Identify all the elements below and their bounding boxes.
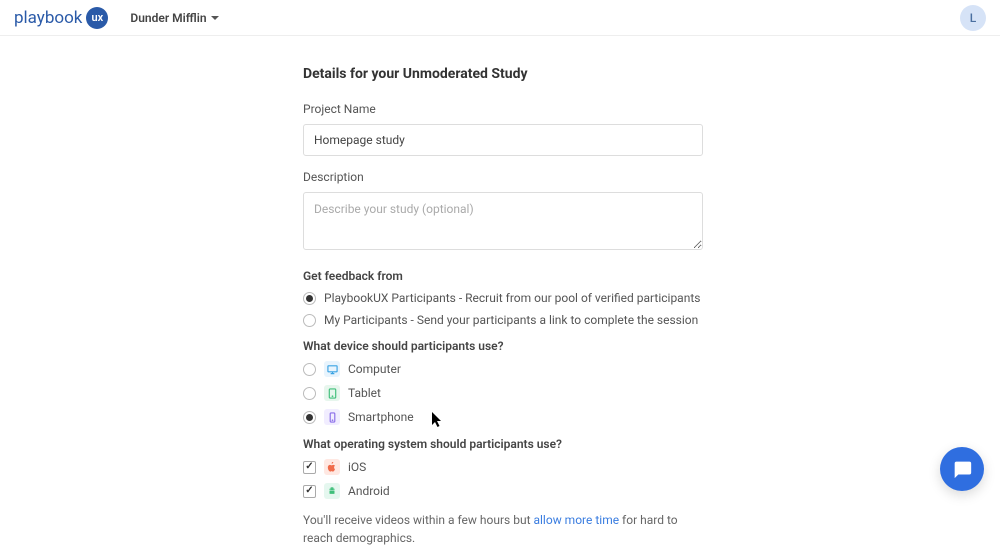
user-avatar[interactable]: L [960,5,986,31]
option-label: Android [348,484,390,498]
workspace-dropdown[interactable]: Dunder Mifflin [130,11,218,25]
device-option-tablet[interactable]: Tablet [303,385,703,401]
description-label: Description [303,170,703,184]
header-left: playbook ux Dunder Mifflin [14,7,219,29]
os-option-ios[interactable]: iOS [303,459,703,475]
option-label: My Participants - Send your participants… [324,313,698,327]
feedback-option-playbookux[interactable]: PlaybookUX Participants - Recruit from o… [303,291,703,305]
os-title: What operating system should participant… [303,437,703,451]
logo[interactable]: playbook ux [14,7,108,29]
apple-icon [324,459,340,475]
checkbox-ios[interactable] [303,461,316,474]
tablet-icon [324,385,340,401]
option-label: Smartphone [348,410,414,424]
description-textarea[interactable] [303,192,703,250]
device-group: What device should participants use? Com… [303,339,703,425]
footnote-pre: You'll receive videos within a few hours… [303,513,533,527]
device-option-smartphone[interactable]: Smartphone [303,409,703,425]
avatar-initial: L [970,11,976,25]
os-option-android[interactable]: Android [303,483,703,499]
radio-playbookux[interactable] [303,292,316,305]
checkbox-android[interactable] [303,485,316,498]
feedback-source-title: Get feedback from [303,269,703,283]
smartphone-icon [324,409,340,425]
option-label: iOS [348,460,366,474]
chat-widget-button[interactable] [940,447,984,491]
feedback-source-group: Get feedback from PlaybookUX Participant… [303,269,703,327]
chat-icon [951,458,973,480]
project-name-label: Project Name [303,102,703,116]
feedback-option-my-participants[interactable]: My Participants - Send your participants… [303,313,703,327]
radio-my-participants[interactable] [303,314,316,327]
device-option-computer[interactable]: Computer [303,361,703,377]
radio-smartphone[interactable] [303,411,316,424]
radio-computer[interactable] [303,363,316,376]
project-name-input[interactable] [303,124,703,156]
workspace-name: Dunder Mifflin [130,11,206,25]
main-form: Details for your Unmoderated Study Proje… [303,36,703,547]
footnote: You'll receive videos within a few hours… [303,511,703,547]
logo-text: playbook [14,8,82,28]
os-group: What operating system should participant… [303,437,703,499]
chevron-down-icon [211,16,219,20]
option-label: Computer [348,362,401,376]
option-label: PlaybookUX Participants - Recruit from o… [324,291,700,305]
device-title: What device should participants use? [303,339,703,353]
logo-badge: ux [86,7,108,29]
page-title: Details for your Unmoderated Study [303,66,703,82]
app-header: playbook ux Dunder Mifflin L [0,0,1000,36]
allow-more-time-link[interactable]: allow more time [533,513,619,527]
android-icon [324,483,340,499]
radio-tablet[interactable] [303,387,316,400]
option-label: Tablet [348,386,381,400]
computer-icon [324,361,340,377]
